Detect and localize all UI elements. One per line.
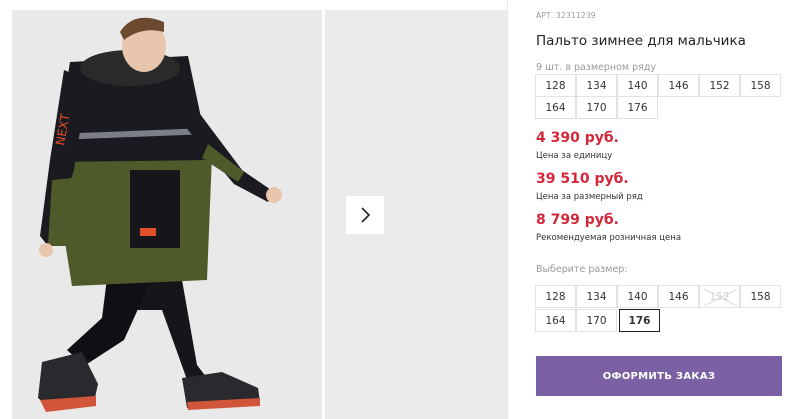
unavailable-cross-icon bbox=[703, 288, 738, 307]
size-row-count: 9 шт. в размерном ряду bbox=[536, 62, 657, 73]
size-row-cell: 128 bbox=[535, 74, 576, 97]
size-option[interactable]: 128 bbox=[535, 285, 576, 308]
size-row-grid: 128 134 140 146 152 158 164 170 176 bbox=[535, 74, 783, 122]
product-photo-main[interactable]: NEXT bbox=[12, 10, 322, 419]
product-gallery: NEXT bbox=[0, 0, 508, 419]
unit-price: 4 390 руб. bbox=[536, 130, 619, 146]
size-option[interactable]: 164 bbox=[535, 309, 576, 332]
product-article: АРТ. 32311239 bbox=[536, 11, 596, 20]
retail-price: 8 799 руб. bbox=[536, 212, 619, 228]
size-row-cell: 146 bbox=[658, 74, 699, 97]
gallery-divider bbox=[507, 0, 508, 419]
next-photo-button[interactable] bbox=[346, 196, 384, 234]
row-price-note: Цена за размерный ряд bbox=[536, 192, 643, 202]
size-option[interactable]: 146 bbox=[658, 285, 699, 308]
size-option[interactable]: 134 bbox=[576, 285, 617, 308]
size-row-cell: 134 bbox=[576, 74, 617, 97]
size-picker-grid: 128 134 140 146 152 158 164 170 176 bbox=[535, 285, 783, 333]
size-picker-label: Выберите размер: bbox=[536, 264, 628, 275]
size-option-selected[interactable]: 176 bbox=[619, 309, 660, 332]
place-order-button[interactable]: ОФОРМИТЬ ЗАКАЗ bbox=[536, 356, 782, 396]
size-option[interactable]: 140 bbox=[617, 285, 658, 308]
retail-price-note: Рекомендуемая розничная цена bbox=[536, 233, 682, 243]
size-row-cell: 176 bbox=[617, 96, 658, 119]
unit-price-note: Цена за единицу bbox=[536, 151, 613, 161]
chevron-right-icon bbox=[361, 207, 371, 223]
size-option-unavailable: 152 bbox=[699, 285, 740, 308]
boy-in-coat-image: NEXT bbox=[38, 17, 282, 412]
size-row-cell: 152 bbox=[699, 74, 740, 97]
size-option[interactable]: 158 bbox=[740, 285, 781, 308]
size-option[interactable]: 170 bbox=[576, 309, 617, 332]
size-row-cell: 158 bbox=[740, 74, 781, 97]
product-title: Пальто зимнее для мальчика bbox=[536, 33, 746, 49]
size-row-cell: 170 bbox=[576, 96, 617, 119]
row-price: 39 510 руб. bbox=[536, 171, 629, 187]
size-row-cell: 140 bbox=[617, 74, 658, 97]
size-row-cell: 164 bbox=[535, 96, 576, 119]
